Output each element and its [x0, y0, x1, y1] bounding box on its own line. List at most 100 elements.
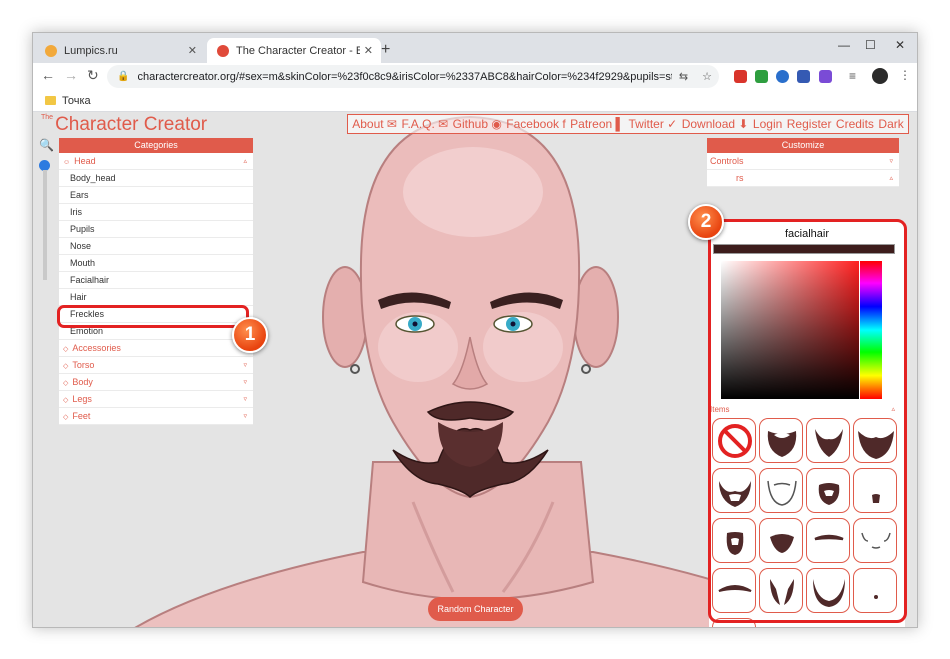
- tab-character-creator[interactable]: The Character Creator - Build vis ✕: [207, 38, 381, 63]
- tab-lumpics[interactable]: Lumpics.ru ✕: [35, 38, 205, 63]
- forward-icon[interactable]: →: [64, 67, 78, 83]
- twitter-icon: ✓: [663, 117, 678, 131]
- chevron-down-icon: ▿: [243, 413, 247, 420]
- window-close-icon[interactable]: ✕: [895, 38, 905, 52]
- category-item-iris[interactable]: Iris: [59, 204, 253, 221]
- download-icon: ⬇: [735, 117, 749, 131]
- github-icon: ◉: [488, 117, 502, 131]
- nav-link-credits[interactable]: Credits: [836, 117, 874, 131]
- patreon-icon: ▌: [612, 117, 625, 131]
- left-earring: [350, 364, 360, 374]
- reload-icon[interactable]: ↻: [87, 67, 99, 84]
- bookmark-star-icon[interactable]: ☆: [702, 70, 712, 83]
- head-icon: ☺: [63, 159, 71, 166]
- nav-link-label: Download: [681, 117, 736, 131]
- address-bar[interactable]: 🔒 charactercreator.org/#sex=m&skinColor=…: [107, 65, 719, 88]
- chevron-up-icon: ▵: [243, 158, 247, 165]
- nav-link-label: Patreon: [570, 117, 613, 131]
- extension-box-icon[interactable]: [797, 70, 810, 83]
- category-label: Head: [74, 156, 96, 166]
- mail-icon: ✉: [434, 117, 449, 131]
- minimize-icon[interactable]: —: [838, 38, 850, 52]
- right-ear: [573, 266, 619, 368]
- folder-icon: [45, 96, 56, 105]
- nav-link-dark[interactable]: Dark: [878, 117, 903, 131]
- nav-link-login[interactable]: Login: [753, 117, 782, 131]
- customize-header: Customize: [707, 138, 899, 153]
- lumpics-favicon-icon: [45, 44, 57, 57]
- category-item-nose[interactable]: Nose: [59, 238, 253, 255]
- left-tools: 🔍: [39, 138, 54, 171]
- category-label: Torso: [72, 360, 95, 370]
- zoom-slider[interactable]: [43, 170, 47, 280]
- tab-strip: Lumpics.ru ✕ The Character Creator - Bui…: [33, 33, 917, 63]
- category-accessories[interactable]: ◇Accessories▿: [59, 340, 253, 357]
- left-pupil-star: [412, 321, 418, 327]
- browser-window: Lumpics.ru ✕ The Character Creator - Bui…: [32, 32, 918, 628]
- close-icon[interactable]: ✕: [364, 44, 373, 57]
- colors-section[interactable]: rs ▵: [707, 170, 899, 187]
- chevron-down-icon: ▿: [243, 362, 247, 369]
- extension-music-icon[interactable]: [755, 70, 768, 83]
- logo-small-text: The: [41, 114, 54, 121]
- legs-icon: ◇: [63, 397, 69, 404]
- reading-list-icon[interactable]: ≡: [849, 69, 856, 83]
- menu-kebab-icon[interactable]: ⋮: [899, 68, 911, 82]
- category-item-body_head[interactable]: Body_head: [59, 170, 253, 187]
- category-item-pupils[interactable]: Pupils: [59, 221, 253, 238]
- profile-avatar[interactable]: [872, 68, 888, 84]
- nav-link-facebook[interactable]: Facebook f: [506, 117, 565, 131]
- category-legs[interactable]: ◇ Legs ▿: [59, 391, 253, 408]
- head-highlight: [403, 147, 543, 237]
- category-body[interactable]: ◇ Body ▿: [59, 374, 253, 391]
- category-label: Legs: [72, 394, 92, 404]
- url-text: charactercreator.org/#sex=m&skinColor=%2…: [137, 70, 671, 83]
- category-item-ears[interactable]: Ears: [59, 187, 253, 204]
- nav-link-register[interactable]: Register: [787, 117, 832, 131]
- category-item-hair[interactable]: Hair: [59, 289, 253, 306]
- extension-ad-icon[interactable]: [819, 70, 832, 83]
- controls-section[interactable]: Controls ▿: [707, 153, 899, 170]
- nav-link-twitter[interactable]: Twitter ✓: [628, 117, 677, 131]
- browser-toolbar: ← → ↻ 🔒 charactercreator.org/#sex=m&skin…: [33, 63, 917, 90]
- nav-link-label: Credits: [835, 117, 874, 131]
- facebook-icon: f: [559, 117, 566, 131]
- logo-text: Character Creator: [55, 114, 208, 135]
- nav-link-faq[interactable]: F.A.Q. ✉: [401, 117, 448, 131]
- nav-link-about[interactable]: About ✉: [352, 117, 397, 131]
- translate-icon[interactable]: ⇆: [679, 70, 688, 83]
- category-item-mouth[interactable]: Mouth: [59, 255, 253, 272]
- extension-opera-icon[interactable]: [734, 70, 747, 83]
- character-creator-favicon-icon: [217, 44, 229, 57]
- nav-link-label: F.A.Q.: [401, 117, 435, 131]
- new-tab-icon[interactable]: +: [381, 41, 390, 59]
- callout-badge-2: 2: [688, 204, 724, 240]
- category-head[interactable]: ☺ Head ▵: [59, 153, 253, 170]
- tab-title: Lumpics.ru: [64, 44, 118, 57]
- chevron-down-icon: ▿: [243, 379, 247, 386]
- extension-globe-icon[interactable]: [776, 70, 789, 83]
- tab-title: The Character Creator - Build vis: [236, 44, 360, 57]
- nav-link-label: Github: [452, 117, 489, 131]
- nav-link-label: About: [352, 117, 384, 131]
- search-icon[interactable]: 🔍: [39, 138, 54, 152]
- site-logo[interactable]: The Character Creator: [41, 114, 207, 136]
- close-icon[interactable]: ✕: [188, 44, 197, 57]
- nav-link-patreon[interactable]: Patreon ▌: [570, 117, 624, 131]
- category-label: Feet: [72, 411, 91, 421]
- chevron-down-icon: ▿: [243, 396, 247, 403]
- top-navigation: About ✉ F.A.Q. ✉ Github ◉ Facebook f Patreon…: [347, 114, 909, 134]
- nav-link-download[interactable]: Download ⬇: [682, 117, 749, 131]
- bookmark-item[interactable]: Точка: [62, 95, 91, 107]
- mail-icon: ✉: [383, 117, 397, 131]
- back-icon[interactable]: ←: [41, 67, 55, 83]
- category-feet[interactable]: ◇ Feet ▿: [59, 408, 253, 425]
- category-torso[interactable]: ◇ Torso ▿: [59, 357, 253, 374]
- category-item-facialhair[interactable]: Facialhair: [59, 272, 253, 289]
- maximize-icon[interactable]: ☐: [865, 38, 876, 52]
- right-pupil-star: [510, 321, 516, 327]
- nav-link-label: Dark: [878, 117, 904, 131]
- random-character-button[interactable]: Random Character: [428, 597, 523, 621]
- nav-link-label: Login: [752, 117, 783, 131]
- nav-link-github[interactable]: Github ◉: [453, 117, 502, 131]
